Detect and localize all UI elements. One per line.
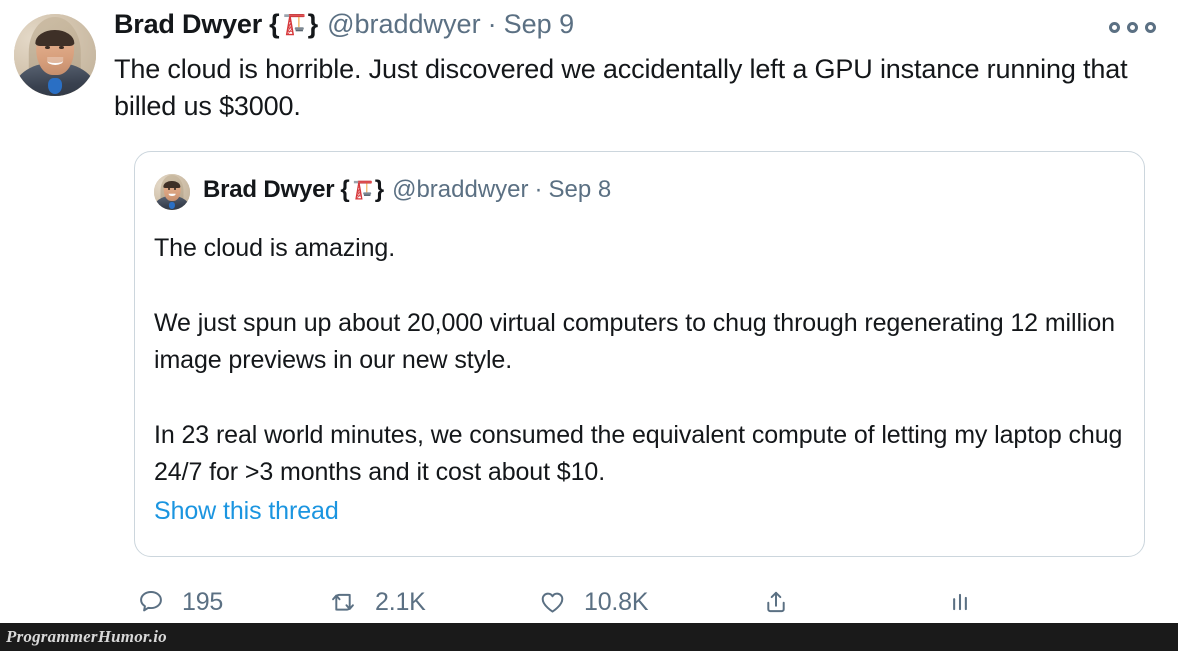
display-name[interactable]: Brad Dwyer [114,9,262,40]
more-dot-3-icon [1145,22,1156,33]
avatar[interactable] [14,14,96,96]
analytics-button[interactable] [947,580,990,624]
quoted-name-row: Brad Dwyer {} @braddwyer · Sep 8 [203,178,611,206]
share-icon [762,588,790,616]
avatar-smile [47,56,63,65]
quoted-paragraph-1: The cloud is amazing. [154,234,396,262]
quoted-construction-crane-emoji [351,178,374,206]
more-dot-1-icon [1109,22,1120,33]
quoted-paragraph-3: In 23 real world minutes, we consumed th… [154,421,1123,486]
quoted-avatar-eye-left [167,188,170,190]
quoted-avatar-smile [168,192,176,197]
quoted-handle[interactable]: @braddwyer [392,178,528,202]
tweet-action-bar: 195 2.1K 10.8K [137,580,1037,624]
reply-count: 195 [182,587,224,616]
reply-icon [137,588,165,616]
quoted-open-brace: { [340,176,350,203]
show-this-thread-link[interactable]: Show this thread [154,493,339,530]
header-separator: · [487,9,497,39]
retweet-count: 2.1K [375,587,426,616]
more-options-button[interactable] [1109,22,1156,33]
avatar-wrapper [14,14,96,96]
quoted-paragraph-2: We just spun up about 20,000 virtual com… [154,309,1115,374]
quoted-tweet-header: Brad Dwyer {} @braddwyer · Sep 8 [154,174,1124,210]
analytics-icon [947,588,973,616]
quoted-tweet-text: The cloud is amazing. We just spun up ab… [154,230,1124,530]
watermark-bar: ProgrammerHumor.io [0,623,1178,651]
quoted-display-name[interactable]: Brad Dwyer [203,178,335,202]
open-brace: { [269,9,280,39]
quoted-timestamp[interactable]: Sep 8 [549,178,612,202]
handle[interactable]: @braddwyer [327,9,480,40]
quoted-header-separator: · [534,176,543,203]
main-tweet-text: The cloud is horrible. Just discovered w… [114,53,1128,121]
quoted-avatar[interactable] [154,174,190,210]
watermark-label: ProgrammerHumor.io [6,627,167,646]
construction-crane-emoji [281,11,307,44]
quoted-tweet-card[interactable]: Brad Dwyer {} @braddwyer · Sep 8 The cl… [134,151,1145,557]
timestamp[interactable]: Sep 9 [504,9,575,40]
quoted-name-emoji-group: { } [340,178,384,206]
reply-button[interactable]: 195 [137,580,223,624]
share-button[interactable] [762,580,807,624]
main-tweet-body: Brad Dwyer {} @braddwyer · Sep 9 The cl… [96,9,1156,125]
heart-icon [538,588,567,616]
close-brace: } [307,9,319,39]
main-tweet-header: Brad Dwyer {} @braddwyer · Sep 9 [114,9,1156,44]
like-count: 10.8K [584,587,649,616]
retweet-button[interactable]: 2.1K [328,580,426,624]
quoted-avatar-hair [163,180,181,189]
quoted-close-brace: } [374,176,385,203]
retweet-icon [328,588,358,616]
quoted-avatar-eye-right [173,188,176,190]
main-tweet: Brad Dwyer {} @braddwyer · Sep 9 The cl… [0,0,1178,125]
like-button[interactable]: 10.8K [538,580,649,624]
tweet-screenshot: Brad Dwyer {} @braddwyer · Sep 9 The cl… [0,0,1178,651]
more-dot-2-icon [1127,22,1138,33]
quoted-avatar-wrapper [154,174,190,210]
name-emoji-group: {} [269,9,319,44]
